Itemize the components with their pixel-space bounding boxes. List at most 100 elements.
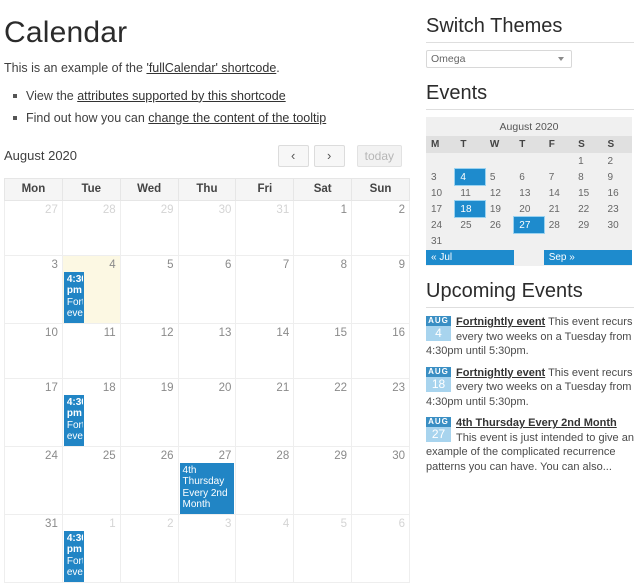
- calendar-day-cell[interactable]: 18 4:30 pmFortnightly event: [61, 377, 121, 447]
- prev-month-button[interactable]: ‹: [277, 144, 309, 167]
- calendar-day-cell[interactable]: 24: [4, 445, 63, 515]
- calendar-day-cell[interactable]: 6: [177, 254, 237, 324]
- mini-day-cell[interactable]: 8: [573, 169, 603, 185]
- calendar-weekday-mon: Mon: [4, 177, 63, 201]
- attributes-link[interactable]: attributes supported by this shortcode: [77, 89, 285, 103]
- calendar-day-cell[interactable]: 29: [293, 445, 353, 515]
- calendar-day-cell[interactable]: 15: [293, 322, 353, 379]
- calendar-day-cell[interactable]: 27 4th Thursday Every 2nd Month: [177, 445, 237, 515]
- calendar-day-cell[interactable]: 6: [351, 513, 410, 583]
- calendar-event[interactable]: 4th Thursday Every 2nd Month: [179, 462, 235, 514]
- mini-day-cell[interactable]: 16: [602, 185, 632, 201]
- calendar-day-cell[interactable]: 31: [4, 513, 63, 583]
- calendar-day-cell[interactable]: 30: [177, 199, 237, 256]
- page-title: Calendar: [4, 16, 128, 49]
- calendar-day-cell[interactable]: 28: [61, 199, 121, 256]
- theme-select[interactable]: Omega: [426, 50, 572, 68]
- calendar-day-cell[interactable]: 14: [235, 322, 295, 379]
- upcoming-event-link[interactable]: Fortnightly event: [456, 367, 545, 379]
- calendar-event[interactable]: 4:30 pmFortnightly event: [63, 271, 84, 323]
- calendar-day-cell[interactable]: 23: [351, 377, 410, 447]
- mini-day-cell[interactable]: 22: [573, 201, 603, 217]
- mini-day-cell[interactable]: 14: [543, 185, 574, 201]
- calendar-day-cell[interactable]: 1: [293, 199, 353, 256]
- calendar-day-cell[interactable]: 8: [293, 254, 353, 324]
- calendar-day-cell[interactable]: 26: [119, 445, 179, 515]
- calendar-day-cell[interactable]: 4: [235, 513, 295, 583]
- calendar-day-cell[interactable]: 17: [4, 377, 63, 447]
- mini-day-cell[interactable]: 19: [484, 201, 515, 217]
- calendar-day-cell[interactable]: 25: [61, 445, 121, 515]
- calendar-day-cell[interactable]: 9: [351, 254, 410, 324]
- calendar-day-number: 3: [51, 258, 58, 271]
- calendar-event[interactable]: 4:30 pmFortnightly event: [63, 394, 84, 446]
- mini-day-cell[interactable]: 7: [543, 169, 574, 185]
- calendar-day-cell[interactable]: 19: [119, 377, 179, 447]
- calendar-day-number: 17: [45, 381, 58, 394]
- calendar-day-cell[interactable]: 11: [61, 322, 121, 379]
- mini-day-cell[interactable]: 26: [484, 217, 515, 233]
- calendar-day-cell[interactable]: 20: [177, 377, 237, 447]
- mini-day-with-event[interactable]: 27: [513, 216, 545, 234]
- calendar-day-cell[interactable]: 5: [293, 513, 353, 583]
- mini-day-cell[interactable]: 25: [455, 217, 485, 233]
- calendar-day-cell[interactable]: 3: [177, 513, 237, 583]
- calendar-event[interactable]: 4:30 pmFortnightly event: [63, 530, 84, 582]
- mini-calendar: August 2020 MTWTFSS 1 2 3 4 5 6 7 8 9 10 11 12 13 14 1…: [426, 117, 632, 266]
- mini-day-cell[interactable]: 12: [484, 185, 515, 201]
- calendar-day-cell[interactable]: 31: [235, 199, 295, 256]
- calendar-day-cell[interactable]: 1 4:30 pmFortnightly event: [61, 513, 121, 583]
- calendar-day-cell[interactable]: 27: [4, 199, 63, 256]
- calendar-day-cell[interactable]: 13: [177, 322, 237, 379]
- calendar-day-cell[interactable]: 10: [4, 322, 63, 379]
- calendar-day-number: 27: [218, 449, 232, 462]
- mini-day-cell[interactable]: 15: [573, 185, 603, 201]
- upcoming-event-link[interactable]: Fortnightly event: [456, 316, 545, 328]
- mini-day-cell[interactable]: 21: [543, 201, 574, 217]
- event-badge-day: 27: [426, 427, 451, 442]
- calendar-day-cell[interactable]: 7: [235, 254, 295, 324]
- mini-next-month-link[interactable]: Sep »: [543, 250, 632, 265]
- calendar-day-cell[interactable]: 28: [235, 445, 295, 515]
- mini-day-cell[interactable]: 2: [602, 153, 632, 169]
- calendar-day-cell[interactable]: 5: [119, 254, 179, 324]
- mini-day-cell[interactable]: 24: [426, 217, 456, 233]
- calendar-day-cell[interactable]: 22: [293, 377, 353, 447]
- calendar-day-cell[interactable]: 29: [119, 199, 179, 256]
- mini-day-with-event[interactable]: 4: [454, 168, 486, 186]
- mini-day-cell[interactable]: 29: [573, 217, 603, 233]
- mini-day-cell[interactable]: 3: [426, 169, 456, 185]
- mini-day-cell[interactable]: 5: [484, 169, 515, 185]
- mini-day-cell[interactable]: 1: [573, 153, 603, 169]
- today-button[interactable]: today: [356, 144, 402, 167]
- calendar-day-number: 23: [392, 381, 405, 394]
- mini-day-cell[interactable]: 17: [426, 201, 456, 217]
- mini-day-cell[interactable]: 20: [514, 201, 544, 217]
- mini-prev-month-link[interactable]: « Jul: [426, 250, 515, 265]
- calendar-day-cell[interactable]: 30: [351, 445, 410, 515]
- mini-day-cell[interactable]: 9: [602, 169, 632, 185]
- calendar-day-cell[interactable]: 2: [351, 199, 410, 256]
- calendar-day-cell[interactable]: 12: [119, 322, 179, 379]
- mini-day-cell[interactable]: 6: [514, 169, 544, 185]
- mini-day-cell[interactable]: 13: [514, 185, 544, 201]
- fullcalendar-shortcode-link[interactable]: 'fullCalendar' shortcode: [146, 61, 276, 75]
- calendar-day-cell[interactable]: 3: [4, 254, 63, 324]
- mini-day-cell[interactable]: 23: [602, 201, 632, 217]
- calendar-day-cell[interactable]: 4 4:30 pmFortnightly event: [61, 254, 121, 324]
- mini-day-cell[interactable]: 30: [602, 217, 632, 233]
- mini-day-cell[interactable]: 11: [455, 185, 485, 201]
- upcoming-event-link[interactable]: 4th Thursday Every 2nd Month: [456, 417, 617, 429]
- calendar-day-cell[interactable]: 16: [351, 322, 410, 379]
- calendar-week-row: 31 1 4:30 pmFortnightly event 2 3 4 5 6: [4, 513, 410, 583]
- mini-day-cell[interactable]: 28: [543, 217, 574, 233]
- calendar-day-cell[interactable]: 2: [119, 513, 179, 583]
- mini-day-cell[interactable]: 10: [426, 185, 456, 201]
- calendar-weekday-wed: Wed: [119, 177, 179, 201]
- mini-day-with-event[interactable]: 18: [454, 200, 486, 218]
- next-month-button[interactable]: ›: [313, 144, 345, 167]
- calendar-day-number: 28: [276, 449, 290, 462]
- tooltip-link[interactable]: change the content of the tooltip: [148, 111, 326, 125]
- mini-day-cell[interactable]: 31: [426, 233, 456, 249]
- calendar-day-cell[interactable]: 21: [235, 377, 295, 447]
